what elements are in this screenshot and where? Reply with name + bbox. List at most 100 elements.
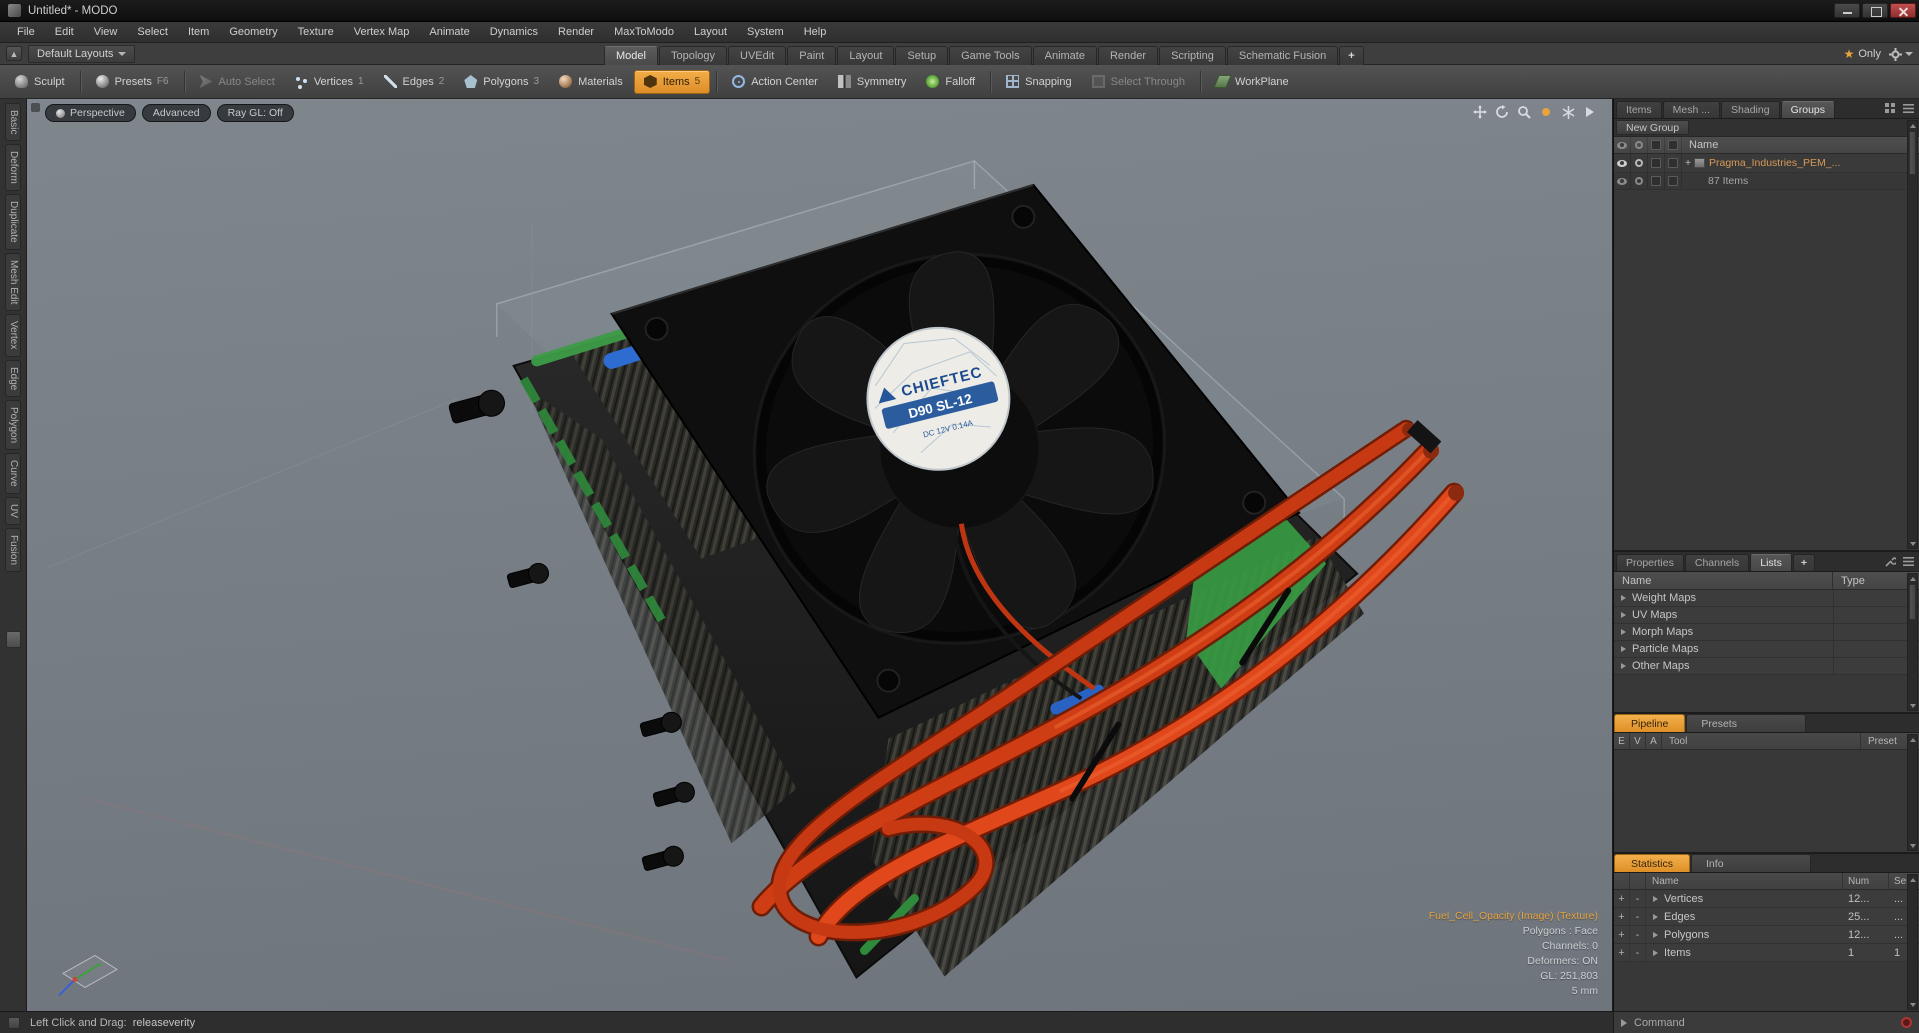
scrollbar-thumb[interactable] — [1909, 131, 1916, 175]
zoom-icon[interactable] — [1516, 104, 1532, 120]
list-item[interactable]: Weight Maps — [1614, 590, 1919, 607]
statistics-scrollbar[interactable] — [1907, 874, 1918, 1010]
add-to-selection-button[interactable]: + — [1614, 890, 1630, 907]
list-item[interactable]: Particle Maps — [1614, 641, 1919, 658]
add-to-selection-button[interactable]: + — [1614, 908, 1630, 925]
checkbox[interactable] — [1648, 173, 1665, 189]
expand-arrow-icon[interactable] — [1653, 895, 1658, 902]
expand-group-button[interactable]: + — [1682, 158, 1694, 169]
add-layout-tab-button[interactable]: + — [1339, 46, 1364, 65]
layout-tab-topology[interactable]: Topology — [658, 46, 728, 65]
rail-tab-edge[interactable]: Edge — [5, 359, 21, 398]
menu-item[interactable]: Select — [128, 24, 177, 40]
layout-tab-scripting[interactable]: Scripting — [1159, 46, 1226, 65]
stat-row-vertices[interactable]: + - Vertices 12... ... — [1614, 890, 1919, 908]
scrollbar-thumb[interactable] — [1909, 584, 1916, 620]
panel-menu-icon[interactable] — [1902, 102, 1915, 115]
groups-scrollbar[interactable] — [1907, 120, 1918, 549]
layout-tab-render[interactable]: Render — [1097, 46, 1159, 65]
menu-item[interactable]: Texture — [289, 24, 343, 40]
group-item-label[interactable]: Pragma_Industries_PEM_... — [1709, 157, 1840, 169]
raygl-button[interactable]: Ray GL: Off — [216, 104, 294, 122]
scroll-down-icon[interactable] — [1908, 841, 1917, 850]
panel-menu-icon[interactable] — [1902, 555, 1915, 568]
checkbox[interactable] — [1665, 173, 1682, 189]
rail-tab-curve[interactable]: Curve — [5, 453, 21, 494]
items-mode-button[interactable]: Items 5 — [633, 69, 711, 94]
tab-shading[interactable]: Shading — [1721, 101, 1780, 118]
stat-row-edges[interactable]: + - Edges 25... ... — [1614, 908, 1919, 926]
layout-tab-uvedit[interactable]: UVEdit — [728, 46, 787, 65]
menu-item[interactable]: Dynamics — [481, 24, 547, 40]
scroll-up-icon[interactable] — [1908, 735, 1917, 744]
tab-presets[interactable]: Presets — [1686, 714, 1807, 732]
tab-info[interactable]: Info — [1691, 854, 1812, 872]
pan-icon[interactable] — [1472, 104, 1488, 120]
select-through-button[interactable]: Select Through — [1083, 70, 1194, 94]
panel-grid-icon[interactable] — [1884, 102, 1897, 115]
render-toggle-icon[interactable] — [1631, 173, 1648, 189]
menu-item[interactable]: Render — [549, 24, 603, 40]
status-icon[interactable] — [8, 1016, 20, 1029]
rail-tab-uv[interactable]: UV — [5, 496, 21, 525]
view-type-button[interactable]: Perspective — [45, 104, 136, 122]
eye-icon[interactable] — [1614, 173, 1631, 189]
group-item-row[interactable]: + Pragma_Industries_PEM_... — [1614, 154, 1919, 173]
rail-tab-basic[interactable]: Basic — [5, 103, 21, 142]
layout-up-icon[interactable]: ▲ — [6, 46, 22, 61]
menu-item[interactable]: File — [8, 24, 44, 40]
symmetry-button[interactable]: Symmetry — [829, 70, 916, 94]
tab-lists[interactable]: Lists — [1750, 554, 1792, 571]
menu-item[interactable]: System — [738, 24, 793, 40]
new-group-button[interactable]: New Group — [1616, 120, 1690, 135]
expand-arrow-icon[interactable] — [1621, 663, 1626, 669]
minimize-button[interactable] — [1834, 3, 1860, 18]
list-item[interactable]: UV Maps — [1614, 607, 1919, 624]
menu-item[interactable]: Help — [795, 24, 836, 40]
scroll-down-icon[interactable] — [1908, 701, 1917, 710]
workplane-button[interactable]: WorkPlane — [1207, 70, 1298, 94]
scroll-up-icon[interactable] — [1908, 875, 1917, 884]
checkbox[interactable] — [1665, 154, 1682, 172]
vertices-mode-button[interactable]: Vertices 1 — [286, 70, 373, 94]
polygons-mode-button[interactable]: Polygons 3 — [455, 70, 548, 94]
scroll-down-icon[interactable] — [1908, 539, 1917, 548]
layout-tab-paint[interactable]: Paint — [787, 46, 837, 65]
falloff-button[interactable]: Falloff — [917, 70, 984, 94]
layout-tab-animate[interactable]: Animate — [1032, 46, 1097, 65]
rail-tab-fusion[interactable]: Fusion — [5, 527, 21, 572]
command-expand-icon[interactable] — [1621, 1018, 1627, 1027]
add-to-selection-button[interactable]: + — [1614, 926, 1630, 943]
remove-from-selection-button[interactable]: - — [1630, 926, 1646, 943]
command-input-label[interactable]: Command — [1634, 1017, 1685, 1029]
viewport-settings-icon[interactable] — [1560, 104, 1576, 120]
expand-viewport-icon[interactable] — [1582, 104, 1598, 120]
rail-drag-handle[interactable] — [5, 630, 21, 648]
rail-tab-mesh-edit[interactable]: Mesh Edit — [5, 252, 21, 312]
menu-item[interactable]: Item — [179, 24, 218, 40]
orbit-icon[interactable] — [1494, 104, 1510, 120]
expand-arrow-icon[interactable] — [1653, 913, 1658, 920]
auto-select-button[interactable]: Auto Select — [191, 70, 284, 94]
remove-from-selection-button[interactable]: - — [1630, 944, 1646, 961]
remove-from-selection-button[interactable]: - — [1630, 908, 1646, 925]
rail-tab-deform[interactable]: Deform — [5, 144, 21, 192]
viewport-3d[interactable]: CHIEFTEC D90 SL-12 DC 12V 0.14A Perspect… — [27, 99, 1613, 1011]
scroll-up-icon[interactable] — [1908, 121, 1917, 130]
close-button[interactable] — [1890, 3, 1916, 18]
menu-item[interactable]: Layout — [685, 24, 736, 40]
render-toggle-icon[interactable] — [1631, 154, 1648, 172]
wrench-icon[interactable] — [1884, 555, 1897, 568]
pipeline-scrollbar[interactable] — [1907, 734, 1918, 851]
rail-tab-polygon[interactable]: Polygon — [5, 400, 21, 451]
tab-mesh-ops[interactable]: Mesh ... — [1662, 101, 1721, 118]
menu-item[interactable]: Geometry — [220, 24, 286, 40]
expand-arrow-icon[interactable] — [1621, 629, 1626, 635]
expand-arrow-icon[interactable] — [1653, 949, 1658, 956]
menu-item[interactable]: View — [85, 24, 127, 40]
rail-tab-duplicate[interactable]: Duplicate — [5, 194, 21, 250]
expand-arrow-icon[interactable] — [1653, 931, 1658, 938]
stat-row-polygons[interactable]: + - Polygons 12... ... — [1614, 926, 1919, 944]
viewport-canvas[interactable]: CHIEFTEC D90 SL-12 DC 12V 0.14A — [27, 99, 1612, 1010]
expand-arrow-icon[interactable] — [1621, 646, 1626, 652]
